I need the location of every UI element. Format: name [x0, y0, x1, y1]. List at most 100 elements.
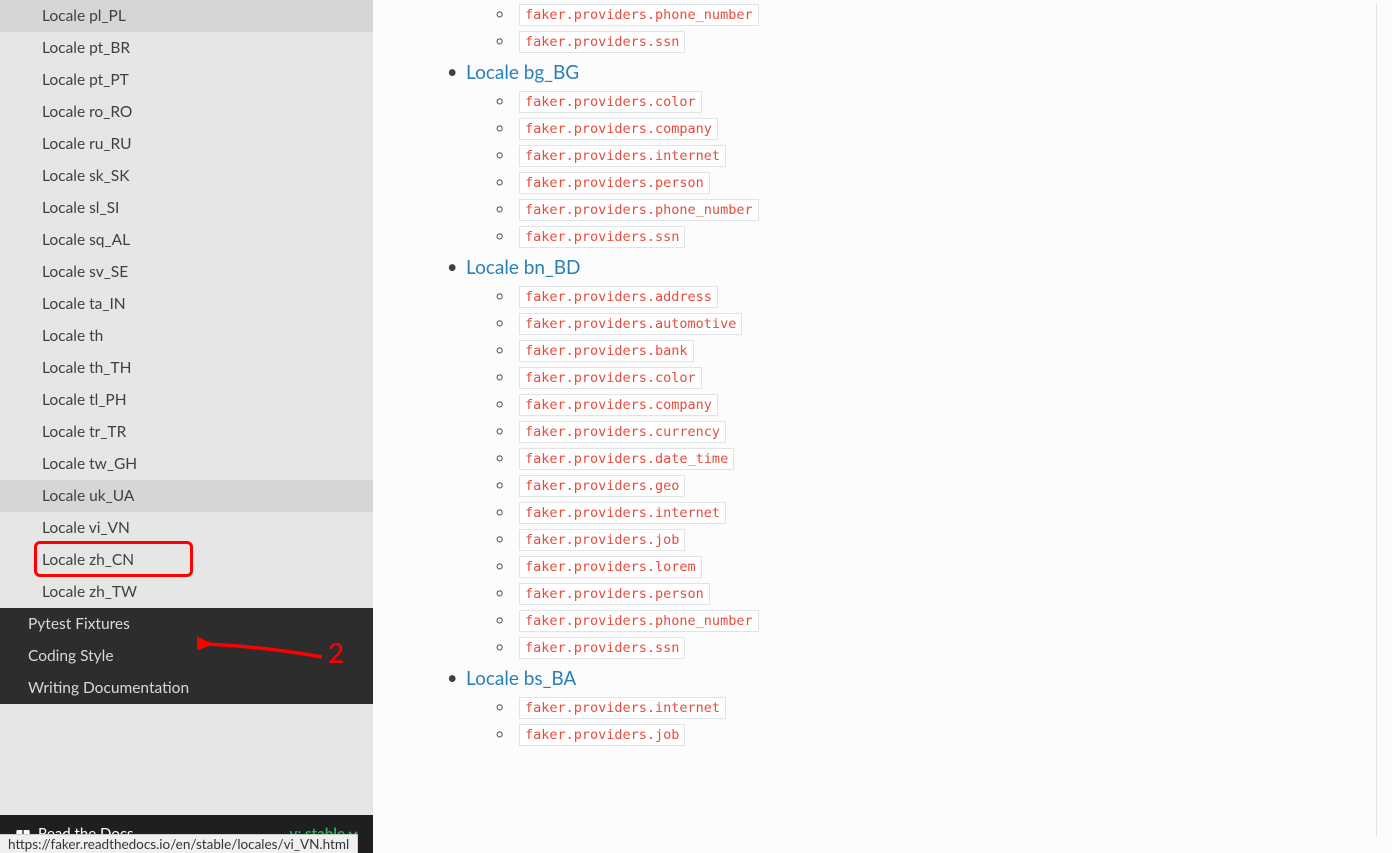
provider-link[interactable]: faker.providers.automotive — [519, 313, 742, 335]
provider-link[interactable]: faker.providers.phone_number — [519, 4, 759, 26]
toc-provider-item: faker.providers.currency — [496, 421, 1376, 443]
provider-link[interactable]: faker.providers.lorem — [519, 556, 702, 578]
sidebar-item-label: Locale tw_GH — [42, 455, 137, 473]
provider-link[interactable]: faker.providers.ssn — [519, 31, 685, 53]
provider-link[interactable]: faker.providers.person — [519, 583, 710, 605]
toc-provider-item: faker.providers.company — [496, 118, 1376, 140]
sidebar-item-locale[interactable]: Locale ru_RU — [0, 128, 373, 160]
toc-provider-item: faker.providers.internet — [496, 502, 1376, 524]
toc-provider-list: faker.providers.address faker.providers.a… — [466, 286, 1376, 659]
toc-provider-item: faker.providers.job — [496, 724, 1376, 746]
provider-link[interactable]: faker.providers.person — [519, 172, 710, 194]
sidebar-item-label: Locale sv_SE — [42, 263, 128, 281]
toc-provider-item: faker.providers.ssn — [496, 637, 1376, 659]
sidebar: Locale pl_PL Locale pt_BR Locale pt_PT Loca… — [0, 0, 373, 853]
sidebar-item-locale[interactable]: Locale pt_PT — [0, 64, 373, 96]
sidebar-item-locale[interactable]: Locale tw_GH — [0, 448, 373, 480]
provider-link[interactable]: faker.providers.address — [519, 286, 718, 308]
main-content: faker.providers.phone_numberfaker.provid… — [443, 4, 1377, 837]
toc-provider-item: faker.providers.color — [496, 367, 1376, 389]
sidebar-item-label: Locale ta_IN — [42, 295, 126, 313]
sidebar-item-label: Locale pt_PT — [42, 71, 129, 89]
toc-provider-item: faker.providers.bank — [496, 340, 1376, 362]
sidebar-scroll[interactable]: Locale pl_PL Locale pt_BR Locale pt_PT Loca… — [0, 0, 373, 815]
sidebar-item-label: Locale uk_UA — [42, 487, 134, 505]
provider-link[interactable]: faker.providers.job — [519, 529, 685, 551]
provider-link[interactable]: faker.providers.color — [519, 91, 702, 113]
toc-provider-item: faker.providers.address — [496, 286, 1376, 308]
provider-link[interactable]: faker.providers.job — [519, 724, 685, 746]
sidebar-item-label: Locale pl_PL — [42, 7, 126, 25]
toc-root: faker.providers.phone_numberfaker.provid… — [443, 4, 1376, 746]
sidebar-item-locale[interactable]: Locale pl_PL — [0, 0, 373, 32]
sidebar-item-locale[interactable]: Locale sq_AL — [0, 224, 373, 256]
sidebar-item-label: Locale zh_CN — [42, 551, 134, 569]
sidebar-item-locale[interactable]: Locale tr_TR — [0, 416, 373, 448]
provider-link[interactable]: faker.providers.company — [519, 394, 718, 416]
sidebar-item-label: Locale sl_SI — [42, 199, 119, 217]
provider-link[interactable]: faker.providers.internet — [519, 502, 726, 524]
provider-link[interactable]: faker.providers.ssn — [519, 226, 685, 248]
toc-provider-item: faker.providers.ssn — [496, 226, 1376, 248]
status-bar-url: https://faker.readthedocs.io/en/stable/l… — [0, 834, 358, 853]
sidebar-item-locale[interactable]: Locale vi_VN — [0, 512, 373, 544]
sidebar-item-locale[interactable]: Locale sv_SE — [0, 256, 373, 288]
sidebar-item-label: Locale pt_BR — [42, 39, 130, 57]
toc-provider-item: faker.providers.job — [496, 529, 1376, 551]
toc-locale-link[interactable]: Locale bs_BA — [466, 664, 1376, 693]
toc-locale-link[interactable]: Locale bn_BD — [466, 253, 1376, 282]
sidebar-item-locale[interactable]: Locale zh_TW — [0, 576, 373, 608]
toc-provider-item: faker.providers.lorem — [496, 556, 1376, 578]
app-container: Locale pl_PL Locale pt_BR Locale pt_PT Loca… — [0, 0, 1392, 853]
sidebar-item-label: Locale zh_TW — [42, 583, 137, 601]
provider-link[interactable]: faker.providers.geo — [519, 475, 685, 497]
toc-locale-item: Locale bs_BAfaker.providers.internetfake… — [443, 664, 1376, 746]
sidebar-item-label: Locale sq_AL — [42, 231, 130, 249]
sidebar-item-locale[interactable]: Locale uk_UA — [0, 480, 373, 512]
toc-provider-item: faker.providers.automotive — [496, 313, 1376, 335]
toc-provider-item: faker.providers.company — [496, 394, 1376, 416]
toc-provider-list: faker.providers.phone_number faker.provid… — [443, 4, 1376, 53]
provider-link[interactable]: faker.providers.currency — [519, 421, 726, 443]
toc-provider-list: faker.providers.color faker.providers.com… — [466, 91, 1376, 248]
sidebar-item-locale[interactable]: Locale pt_BR — [0, 32, 373, 64]
sidebar-item-locale[interactable]: Locale ta_IN — [0, 288, 373, 320]
toc-locale-link[interactable]: Locale bg_BG — [466, 58, 1376, 87]
sidebar-item-label: Locale tl_PH — [42, 391, 127, 409]
toc-provider-item: faker.providers.internet — [496, 145, 1376, 167]
sidebar-item-label: Locale sk_SK — [42, 167, 129, 185]
provider-link[interactable]: faker.providers.internet — [519, 697, 726, 719]
toc-provider-item: faker.providers.date_time — [496, 448, 1376, 470]
sidebar-item-label: Locale th — [42, 327, 103, 345]
sidebar-item-label: Locale ro_RO — [42, 103, 132, 121]
toc-provider-list: faker.providers.internet faker.providers.… — [466, 697, 1376, 746]
sidebar-item-section[interactable]: Writing Documentation — [0, 672, 373, 704]
provider-link[interactable]: faker.providers.bank — [519, 340, 694, 362]
provider-link[interactable]: faker.providers.ssn — [519, 637, 685, 659]
sidebar-item-locale[interactable]: Locale sl_SI — [0, 192, 373, 224]
toc-provider-item: faker.providers.ssn — [496, 31, 1376, 53]
toc-provider-item: faker.providers.color — [496, 91, 1376, 113]
sidebar-item-locale[interactable]: Locale tl_PH — [0, 384, 373, 416]
sidebar-item-section[interactable]: Pytest Fixtures — [0, 608, 373, 640]
sidebar-item-label: Locale tr_TR — [42, 423, 126, 441]
toc-provider-item: faker.providers.phone_number — [496, 4, 1376, 26]
toc-provider-item: faker.providers.person — [496, 583, 1376, 605]
main-content-area[interactable]: faker.providers.phone_numberfaker.provid… — [373, 0, 1392, 853]
sidebar-item-locale[interactable]: Locale zh_CN — [0, 544, 373, 576]
provider-link[interactable]: faker.providers.date_time — [519, 448, 734, 470]
sidebar-item-locale[interactable]: Locale ro_RO — [0, 96, 373, 128]
sidebar-item-locale[interactable]: Locale sk_SK — [0, 160, 373, 192]
provider-link[interactable]: faker.providers.phone_number — [519, 199, 759, 221]
provider-link[interactable]: faker.providers.internet — [519, 145, 726, 167]
sidebar-item-locale[interactable]: Locale th_TH — [0, 352, 373, 384]
provider-link[interactable]: faker.providers.phone_number — [519, 610, 759, 632]
provider-link[interactable]: faker.providers.company — [519, 118, 718, 140]
toc-provider-item: faker.providers.internet — [496, 697, 1376, 719]
sidebar-item-section[interactable]: Coding Style — [0, 640, 373, 672]
provider-link[interactable]: faker.providers.color — [519, 367, 702, 389]
sidebar-dark-section: Pytest FixturesCoding StyleWriting Docum… — [0, 608, 373, 704]
sidebar-item-locale[interactable]: Locale th — [0, 320, 373, 352]
toc-locale-item: Locale bn_BDfaker.providers.addressfaker… — [443, 253, 1376, 659]
toc-provider-item: faker.providers.phone_number — [496, 199, 1376, 221]
